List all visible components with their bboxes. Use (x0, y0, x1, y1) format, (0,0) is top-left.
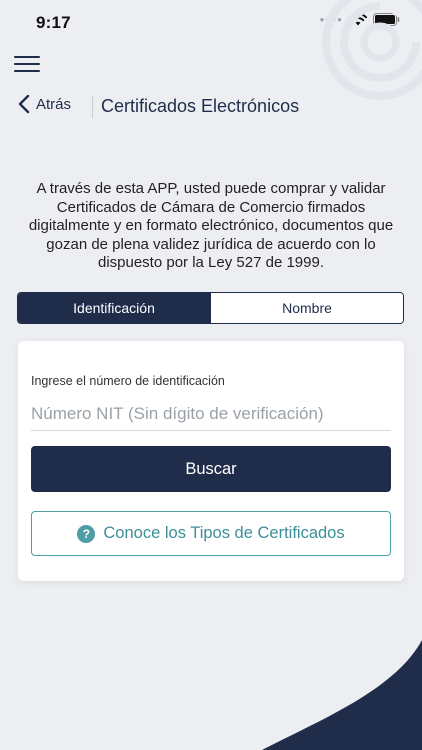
id-field-label: Ingrese el número de identificación (31, 374, 225, 388)
certificate-types-button[interactable]: ? Conoce los Tipos de Certificados (31, 511, 391, 556)
tab-nombre[interactable]: Nombre (210, 293, 403, 323)
nit-input[interactable] (31, 398, 391, 431)
chevron-left-icon (18, 94, 30, 114)
hamburger-menu-icon[interactable] (14, 56, 40, 76)
tab-identificacion[interactable]: Identificación (18, 293, 210, 323)
certificate-types-label: Conoce los Tipos de Certificados (103, 524, 345, 542)
back-label: Atrás (36, 95, 72, 113)
back-button[interactable]: Atrás (18, 94, 71, 114)
intro-text: A través de esta APP, usted puede compra… (28, 180, 394, 271)
page-title: Certificados Electrónicos (101, 96, 300, 116)
status-time: 9:17 (36, 13, 71, 32)
search-button[interactable]: Buscar (31, 446, 391, 492)
logo-watermark-icon (322, 0, 422, 100)
search-mode-toggle: Identificación Nombre (17, 292, 404, 324)
nav-divider (92, 96, 93, 118)
search-card: Ingrese el número de identificación Busc… (18, 341, 404, 581)
help-icon: ? (77, 524, 96, 543)
